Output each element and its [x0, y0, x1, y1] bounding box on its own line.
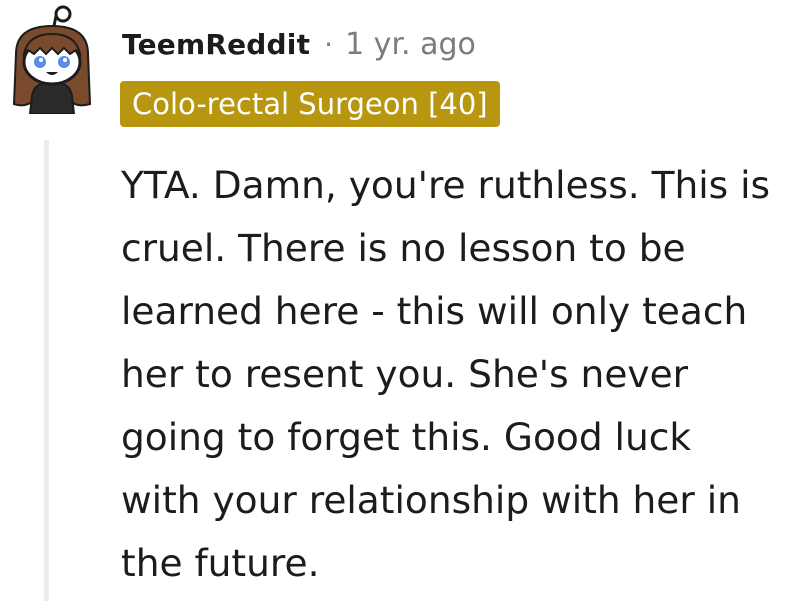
user-flair: Colo-rectal Surgeon [40]: [120, 81, 500, 127]
separator-dot: ·: [324, 27, 334, 61]
comment-thread-line[interactable]: [44, 140, 49, 601]
username-link[interactable]: TeemReddit: [122, 28, 310, 61]
user-avatar[interactable]: [6, 4, 98, 115]
snoo-avatar-icon: [12, 5, 92, 115]
comment-timestamp[interactable]: 1 yr. ago: [345, 27, 476, 62]
comment-header: TeemReddit · 1 yr. ago: [122, 22, 476, 66]
comment-body: YTA. Damn, you're ruthless. This is crue…: [121, 163, 771, 585]
